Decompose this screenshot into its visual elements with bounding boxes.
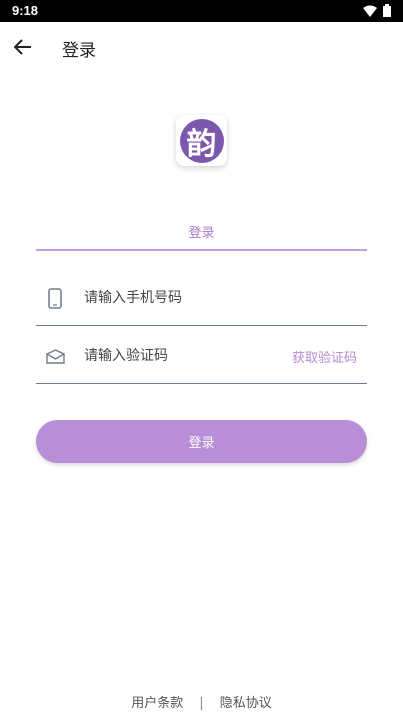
terms-link[interactable]: 用户条款 (131, 692, 183, 711)
status-time: 9:18 (12, 3, 39, 18)
footer-separator: | (199, 696, 204, 711)
get-code-button[interactable]: 获取验证码 (292, 347, 357, 366)
envelope-icon (44, 345, 66, 367)
back-button[interactable] (10, 34, 36, 60)
tab-login[interactable]: 登录 (36, 210, 367, 251)
arrow-left-icon (14, 39, 31, 55)
tab-label: 登录 (188, 226, 215, 241)
status-bar: 9:18 (0, 0, 403, 22)
phone-icon (44, 287, 66, 309)
tab-indicator (36, 249, 367, 251)
privacy-link[interactable]: 隐私协议 (220, 692, 272, 711)
app-logo: 韵 (176, 115, 227, 166)
login-button[interactable]: 登录 (36, 420, 367, 463)
phone-input[interactable] (84, 287, 274, 309)
battery-icon (383, 4, 391, 17)
code-input[interactable] (84, 345, 274, 367)
wifi-icon (363, 5, 377, 17)
code-field: 获取验证码 (36, 327, 367, 384)
app-bar: 登录 (0, 22, 403, 72)
phone-field (36, 269, 367, 326)
page-title: 登录 (62, 41, 96, 61)
logo-mark: 韵 (179, 118, 224, 163)
status-icons (363, 4, 391, 17)
footer-links: 用户条款 | 隐私协议 (0, 692, 403, 711)
